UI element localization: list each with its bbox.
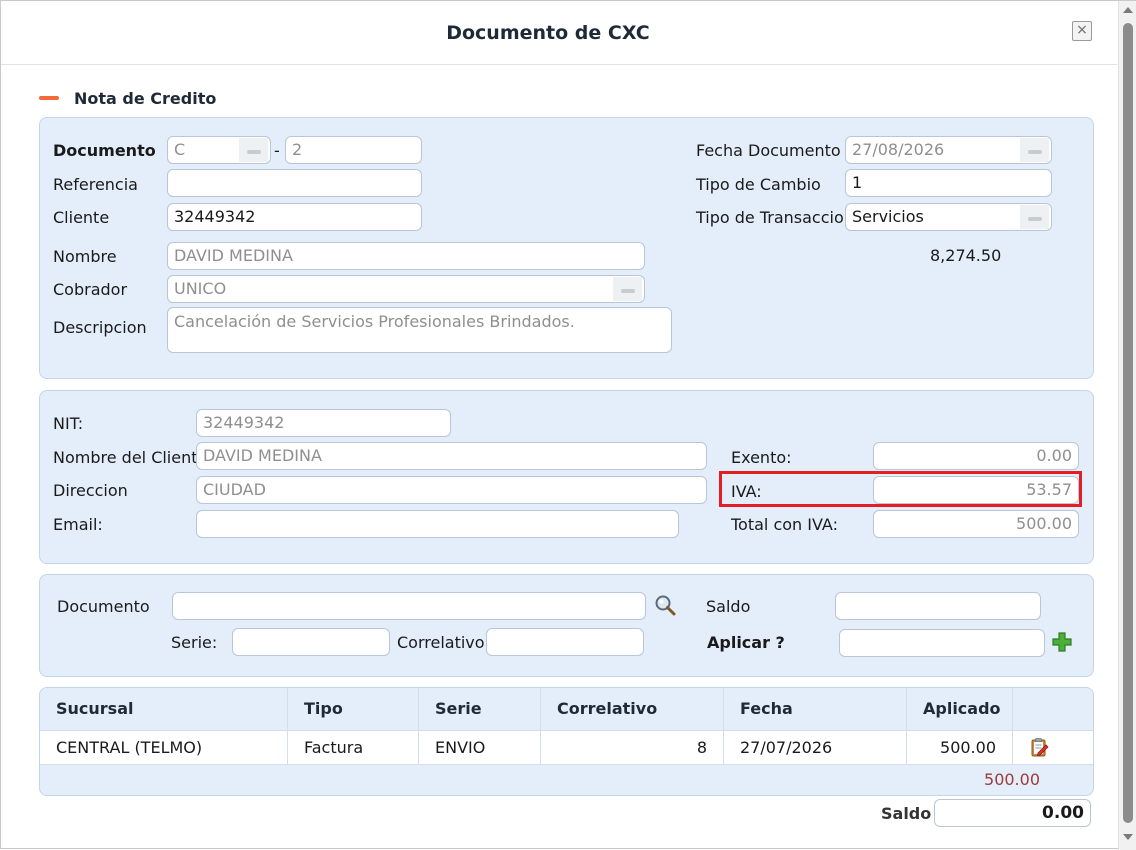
aplicar-panel (39, 574, 1094, 677)
table-row[interactable]: CENTRAL (TELMO) Factura ENVIO 8 27/07/20… (40, 730, 1093, 765)
aplicar-documento-field[interactable] (172, 592, 646, 620)
cell-fecha: 27/07/2026 (724, 731, 907, 764)
cobrador-select[interactable]: UNICO (167, 275, 645, 303)
tipo-cambio-field[interactable]: 1 (845, 169, 1052, 197)
cobrador-label: Cobrador (53, 280, 128, 299)
column-header-actions (1013, 688, 1093, 730)
tipo-cambio-label: Tipo de Cambio (696, 175, 821, 194)
nombre-field[interactable]: DAVID MEDINA (167, 242, 645, 270)
total-iva-label: Total con IVA: (731, 515, 838, 534)
nit-label: NIT: (53, 414, 84, 433)
tipo-transaccion-label: Tipo de Transaccion (696, 208, 854, 227)
add-plus-icon[interactable] (1051, 631, 1073, 653)
referencia-field[interactable] (167, 169, 422, 197)
direccion-field[interactable]: CIUDAD (196, 476, 707, 504)
calendar-icon[interactable] (1019, 138, 1049, 162)
scrollbar-thumb[interactable] (1123, 23, 1133, 823)
nombre-label: Nombre (53, 247, 117, 266)
dropdown-icon[interactable] (1019, 205, 1049, 229)
cliente-label: Cliente (53, 208, 110, 227)
aplicar-documento-label: Documento (57, 597, 150, 616)
cell-correlativo: 8 (541, 731, 724, 764)
aplicaciones-grid: Sucursal Tipo Serie Correlativo Fecha Ap… (39, 687, 1094, 796)
column-header-serie[interactable]: Serie (419, 688, 541, 730)
column-header-correlativo[interactable]: Correlativo (541, 688, 724, 730)
tipo-documento-value: C (174, 140, 186, 159)
aplicar-saldo-field[interactable] (835, 592, 1041, 620)
collapse-minus-icon[interactable] (39, 96, 59, 100)
cell-actions (1013, 731, 1093, 764)
column-header-aplicado[interactable]: Aplicado (907, 688, 1013, 730)
close-button[interactable]: × (1072, 21, 1092, 41)
saldo-footer-label: Saldo (881, 804, 932, 823)
tipo-transaccion-select[interactable]: Servicios (845, 203, 1052, 231)
cell-aplicado: 500.00 (907, 731, 1013, 764)
email-field[interactable] (196, 510, 679, 538)
scroll-down-icon[interactable] (1123, 834, 1133, 840)
scroll-up-icon[interactable] (1123, 7, 1133, 13)
exento-label: Exento: (731, 448, 792, 467)
correlativo-label: Correlativo (397, 633, 485, 652)
saldo-footer-field[interactable]: 0.00 (934, 799, 1091, 827)
correlativo-field[interactable] (486, 628, 644, 656)
section-title: Nota de Credito (74, 89, 217, 108)
grid-header-row: Sucursal Tipo Serie Correlativo Fecha Ap… (40, 688, 1093, 730)
referencia-label: Referencia (53, 175, 138, 194)
dialog-titlebar: Documento de CXC × (1, 1, 1117, 65)
documento-label: Documento (53, 141, 156, 160)
total-iva-field[interactable]: 500.00 (873, 510, 1079, 538)
vertical-scrollbar[interactable] (1118, 1, 1136, 850)
search-icon[interactable] (654, 594, 676, 616)
direccion-label: Direccion (53, 481, 128, 500)
cell-serie: ENVIO (419, 731, 541, 764)
column-header-sucursal[interactable]: Sucursal (40, 688, 288, 730)
nit-field[interactable]: 32449342 (196, 409, 451, 437)
fecha-documento-picker[interactable]: 27/08/2026 (845, 136, 1052, 164)
cell-sucursal: CENTRAL (TELMO) (40, 731, 288, 764)
cobrador-value: UNICO (174, 279, 227, 298)
descripcion-textarea[interactable]: Cancelación de Servicios Profesionales B… (167, 307, 672, 353)
nombre-cliente-field[interactable]: DAVID MEDINA (196, 442, 707, 470)
serie-field[interactable] (232, 628, 390, 656)
dialog-title: Documento de CXC (446, 22, 650, 44)
numero-documento-field[interactable]: 2 (285, 136, 422, 164)
exento-field[interactable]: 0.00 (873, 442, 1079, 470)
dialog-window: Documento de CXC × Nota de Credito Docum… (0, 0, 1136, 850)
documento-dash: - (274, 141, 280, 160)
fecha-documento-label: Fecha Documento (696, 141, 841, 160)
grid-total: 500.00 (984, 770, 1040, 789)
aplicar-monto-field[interactable] (839, 629, 1045, 657)
column-header-tipo[interactable]: Tipo (288, 688, 419, 730)
email-label: Email: (53, 515, 103, 534)
aplicar-saldo-label: Saldo (706, 597, 751, 616)
cliente-field[interactable]: 32449342 (167, 203, 422, 231)
descripcion-label: Descripcion (53, 318, 147, 337)
dropdown-icon[interactable] (612, 277, 642, 301)
fecha-documento-value: 27/08/2026 (852, 140, 945, 159)
tipo-documento-select[interactable]: C (167, 136, 271, 164)
dropdown-icon[interactable] (238, 138, 268, 162)
monto-total: 8,274.50 (930, 246, 1002, 265)
serie-label: Serie: (171, 633, 218, 652)
nombre-cliente-label: Nombre del Cliente (53, 448, 208, 467)
aplicar-label: Aplicar ? (707, 633, 785, 652)
iva-highlight-box (719, 471, 1082, 507)
edit-clipboard-icon[interactable] (1029, 737, 1049, 757)
column-header-fecha[interactable]: Fecha (724, 688, 907, 730)
tipo-transaccion-value: Servicios (852, 207, 924, 226)
cell-tipo: Factura (288, 731, 419, 764)
